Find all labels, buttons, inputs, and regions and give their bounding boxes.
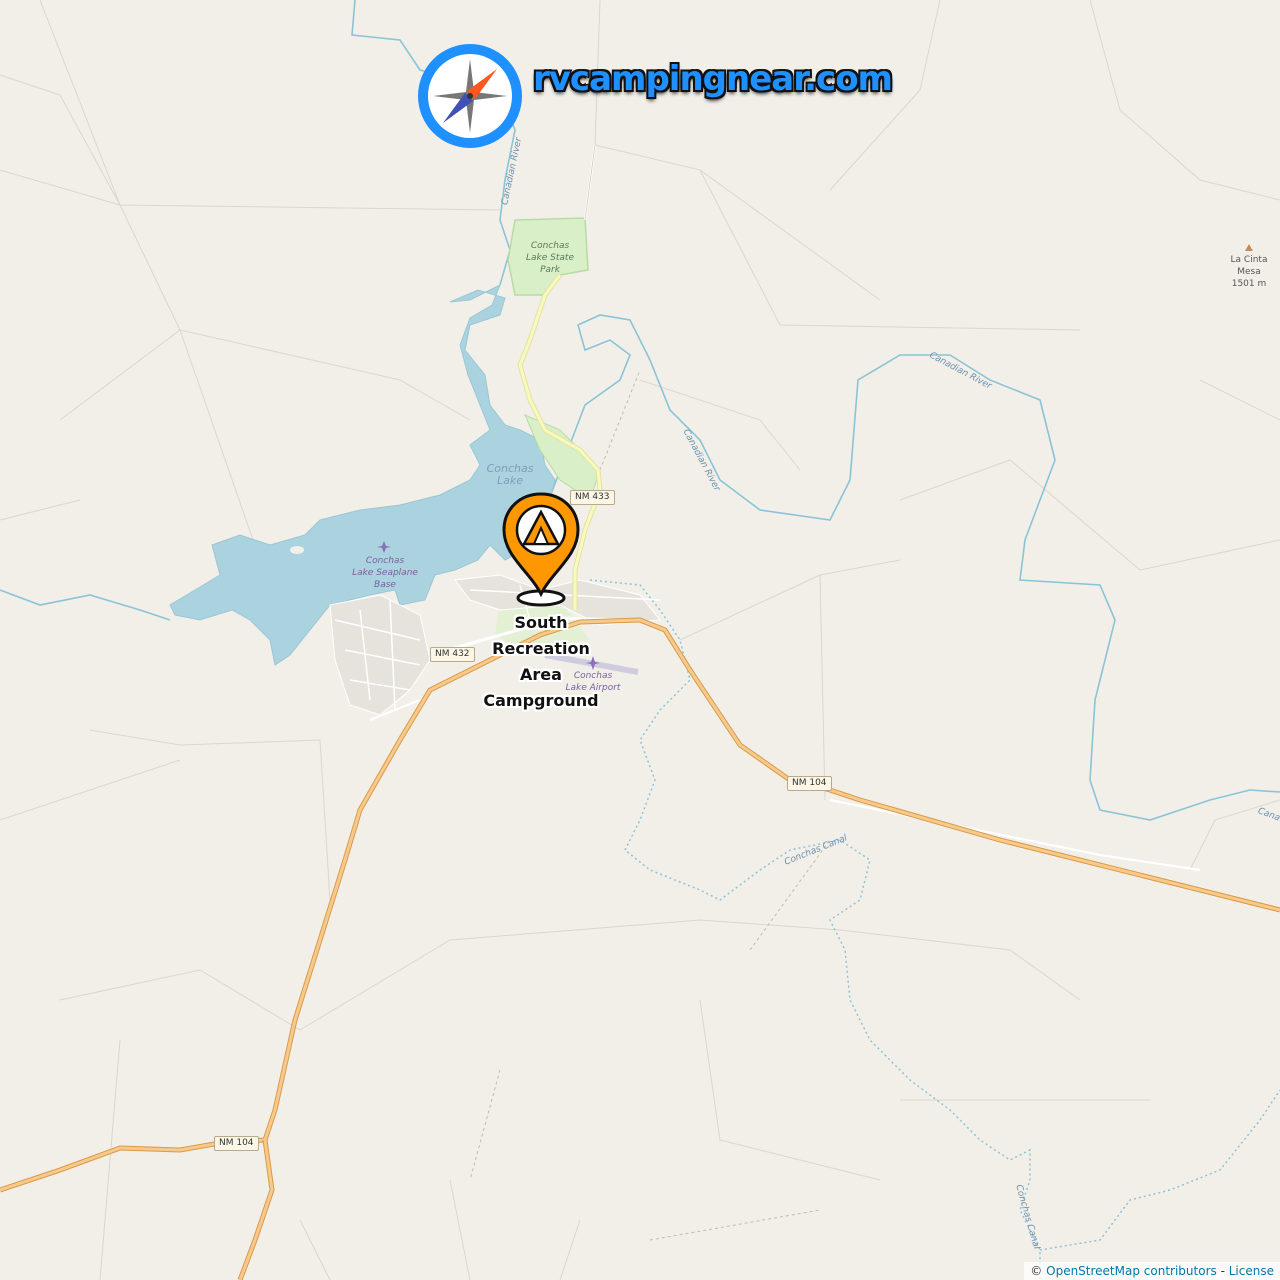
lake-label: Conchas Lake <box>486 462 534 487</box>
state-park-label: Conchas Lake State Park <box>526 241 574 275</box>
road-shield-nm104: NM 104 <box>787 776 832 791</box>
brand-logo[interactable]: rvcampingnear.com <box>415 40 893 152</box>
attribution-separator: - <box>1220 1264 1225 1278</box>
peak-label: La Cinta Mesa 1501 m <box>1230 255 1268 289</box>
map-canvas[interactable]: Conchas Lake Conchas Lake State Park Con… <box>0 0 1280 1280</box>
license-link[interactable]: License <box>1229 1264 1274 1278</box>
map-attribution: © OpenStreetMap contributors - License <box>1024 1262 1280 1280</box>
campground-marker[interactable] <box>500 492 582 608</box>
road-shield-nm432: NM 432 <box>430 647 475 662</box>
copyright-symbol: © <box>1030 1264 1043 1278</box>
seaplane-base-label: Conchas Lake Seaplane Base <box>352 556 418 590</box>
road-shield-nm104: NM 104 <box>214 1136 259 1151</box>
map-base-layer <box>0 0 1280 1280</box>
tent-pin-icon <box>502 492 580 607</box>
campground-label: South Recreation Area Campground <box>483 613 599 710</box>
brand-name: rvcampingnear.com <box>533 59 893 99</box>
compass-icon <box>418 44 522 148</box>
osm-contributors-link[interactable]: OpenStreetMap contributors <box>1046 1264 1217 1278</box>
